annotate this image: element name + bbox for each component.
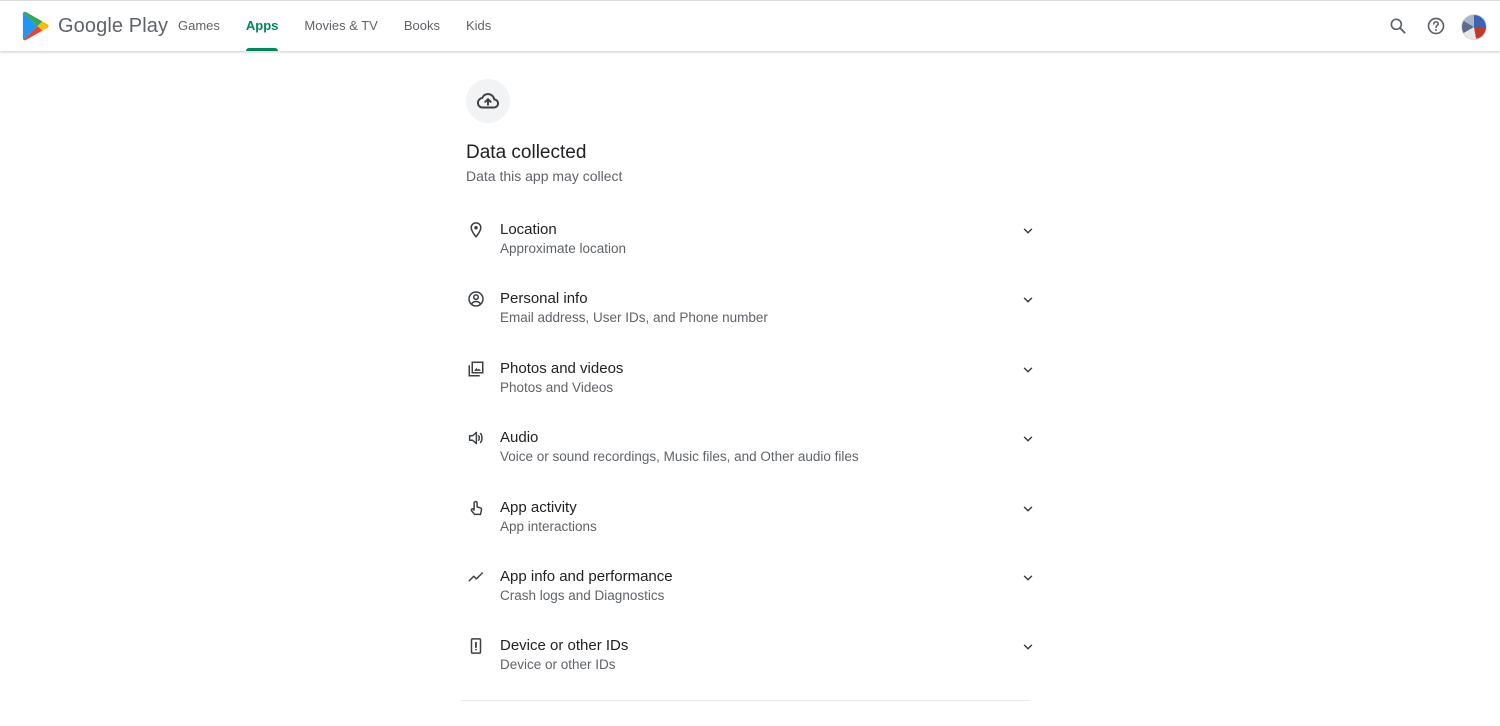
data-item-location[interactable]: Location Approximate location (466, 208, 1046, 277)
data-item-description: Photos and Videos (500, 379, 614, 395)
data-item-title: App activity (500, 498, 577, 516)
data-item-description: Crash logs and Diagnostics (500, 587, 665, 603)
nav-tab-apps[interactable]: Apps (234, 1, 291, 51)
account-avatar[interactable] (1461, 14, 1487, 40)
data-item-title: Device or other IDs (500, 637, 629, 655)
chevron-down-icon[interactable] (1018, 637, 1038, 657)
touch-app-icon (466, 498, 486, 518)
chevron-down-icon[interactable] (1018, 568, 1038, 588)
account-circle-icon (466, 289, 486, 309)
chevron-down-icon[interactable] (1018, 290, 1038, 310)
data-item-title: Photos and videos (500, 359, 624, 377)
data-safety-section: Data collected Data this app may collect… (466, 79, 1046, 694)
data-item-description: Approximate location (500, 241, 627, 256)
brand-name: Google Play (58, 14, 169, 37)
section-title: Data collected (466, 142, 587, 163)
data-collected-list: Location Approximate location Personal i… (466, 208, 1046, 694)
top-nav: Games Apps Movies & TV Books Kids (166, 1, 505, 51)
data-item-device-ids[interactable]: Device or other IDs Device or other IDs (466, 624, 1046, 693)
data-item-audio[interactable]: Audio Voice or sound recordings, Music f… (466, 416, 1046, 485)
data-item-description: Email address, User IDs, and Phone numbe… (500, 310, 768, 326)
data-item-photos-videos[interactable]: Photos and videos Photos and Videos (466, 347, 1046, 416)
data-item-description: Voice or sound recordings, Music files, … (500, 449, 859, 465)
nav-tab-movies-tv[interactable]: Movies & TV (292, 1, 389, 51)
chevron-down-icon[interactable] (1018, 221, 1038, 241)
analytics-icon (466, 567, 486, 587)
section-subtitle: Data this app may collect (466, 168, 623, 184)
google-play-logo[interactable]: Google Play (22, 11, 168, 41)
data-item-title: Location (500, 221, 557, 238)
location-pin-icon (466, 220, 486, 240)
data-item-description: Device or other IDs (500, 657, 616, 673)
data-item-description: App interactions (500, 518, 597, 534)
play-logo-icon (22, 11, 49, 41)
help-icon[interactable] (1424, 14, 1448, 38)
data-item-title: App info and performance (500, 567, 673, 585)
search-icon[interactable] (1386, 14, 1410, 38)
chevron-down-icon[interactable] (1018, 360, 1038, 380)
chevron-down-icon[interactable] (1018, 499, 1038, 519)
data-item-title: Audio (500, 429, 539, 447)
nav-tab-books[interactable]: Books (392, 1, 452, 51)
phone-device-icon (466, 636, 486, 656)
volume-icon (466, 428, 486, 448)
cloud-upload-icon (466, 79, 510, 123)
chevron-down-icon[interactable] (1018, 429, 1038, 449)
data-item-title: Personal info (500, 290, 588, 308)
photo-library-icon (466, 359, 486, 379)
data-item-personal-info[interactable]: Personal info Email address, User IDs, a… (466, 277, 1046, 346)
section-divider (460, 700, 1030, 701)
nav-tab-kids[interactable]: Kids (454, 1, 503, 51)
nav-tab-games[interactable]: Games (166, 1, 232, 51)
top-app-bar: Google Play Games Apps Movies & TV Books… (0, 0, 1500, 51)
data-item-app-activity[interactable]: App activity App interactions (466, 486, 1046, 555)
data-item-app-info-performance[interactable]: App info and performance Crash logs and … (466, 555, 1046, 624)
